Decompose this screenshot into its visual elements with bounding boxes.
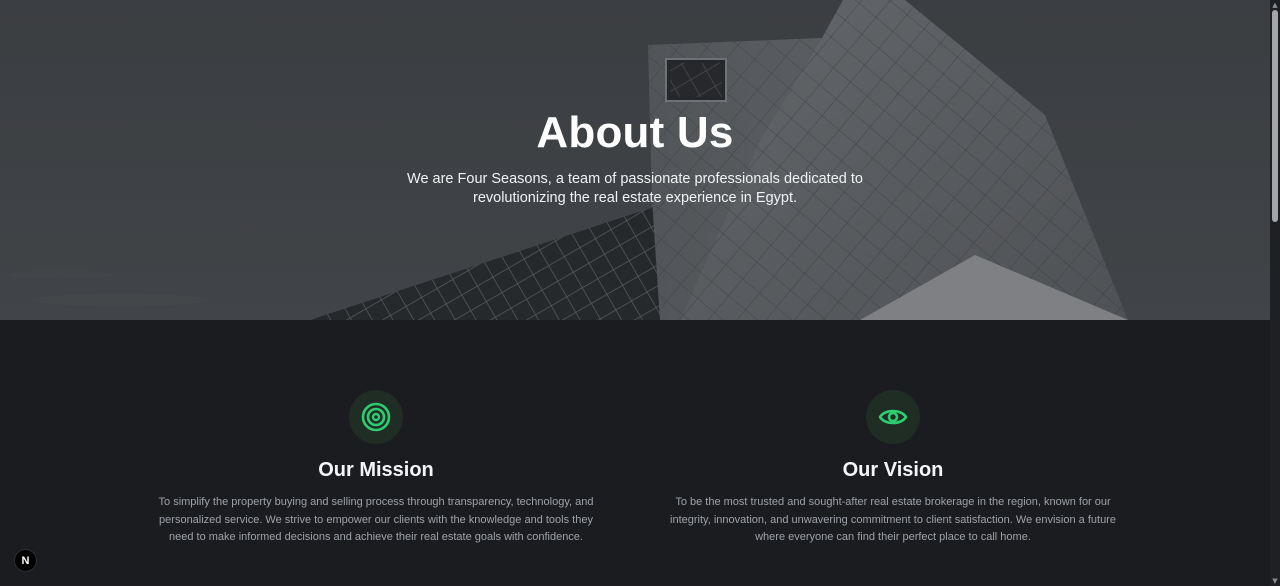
about-page: About Us We are Four Seasons, a team of … bbox=[0, 0, 1280, 586]
badge-label: N bbox=[21, 554, 30, 567]
scroll-down-arrow-icon[interactable]: ▼ bbox=[1271, 576, 1279, 586]
mission-title: Our Mission bbox=[318, 459, 434, 481]
scrollbar-thumb[interactable] bbox=[1272, 10, 1278, 222]
mission-card: Our Mission To simplify the property buy… bbox=[141, 390, 611, 547]
mission-text: To simplify the property buying and sell… bbox=[158, 496, 594, 543]
target-icon bbox=[361, 402, 391, 432]
page-title: About Us bbox=[536, 108, 734, 157]
hero-subtitle: We are Four Seasons, a team of passionat… bbox=[407, 171, 863, 206]
hero-content: About Us We are Four Seasons, a team of … bbox=[0, 0, 1270, 320]
hero-section: About Us We are Four Seasons, a team of … bbox=[0, 0, 1270, 320]
nextjs-dev-badge[interactable]: N bbox=[14, 549, 37, 572]
page-scrollbar[interactable]: ▲ ▼ bbox=[1270, 0, 1280, 586]
vision-text: To be the most trusted and sought-after … bbox=[670, 496, 1116, 543]
mission-vision-section: Our Mission To simplify the property buy… bbox=[0, 320, 1270, 586]
scroll-up-arrow-icon[interactable]: ▲ bbox=[1271, 0, 1279, 10]
vision-icon-circle bbox=[866, 390, 920, 444]
mission-icon-circle bbox=[349, 390, 403, 444]
eye-icon bbox=[878, 409, 908, 425]
vision-title: Our Vision bbox=[842, 459, 944, 481]
vision-card: Our Vision To be the most trusted and so… bbox=[658, 390, 1128, 547]
